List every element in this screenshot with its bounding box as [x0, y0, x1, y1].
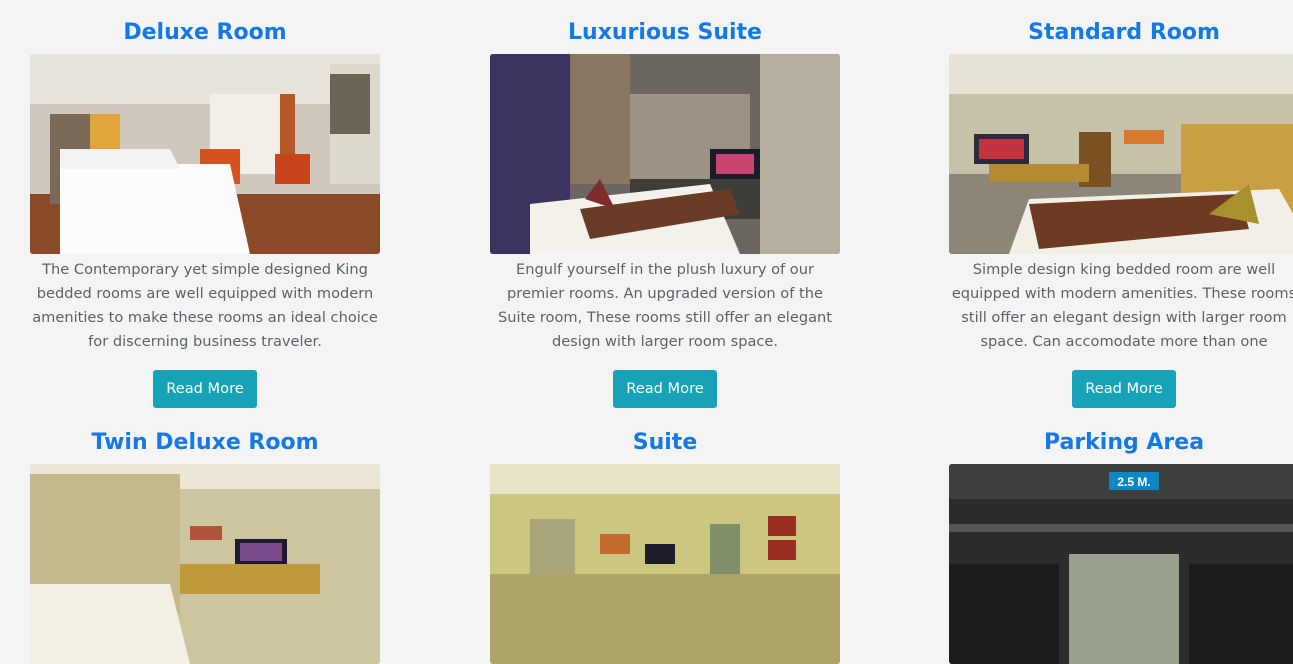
room-photo[interactable] [30, 464, 380, 664]
room-description: Engulf yourself in the plush luxury of o… [497, 261, 833, 350]
room-title[interactable]: Suite [490, 430, 840, 456]
read-more-button[interactable]: Read More [1072, 370, 1176, 408]
room-photo[interactable] [490, 54, 840, 254]
room-card-deluxe: Deluxe Room The Contemporary yet simple … [30, 20, 380, 408]
parking-sign-text: 2.5 M. [1117, 475, 1150, 489]
room-photo[interactable] [30, 54, 380, 254]
room-title[interactable]: Standard Room [949, 20, 1293, 46]
room-description: The Contemporary yet simple designed Kin… [32, 261, 378, 350]
room-title[interactable]: Parking Area [949, 430, 1293, 456]
room-title[interactable]: Luxurious Suite [490, 20, 840, 46]
room-card-luxurious-suite: Luxurious Suite Engulf yourself in the p… [490, 20, 840, 408]
read-more-button[interactable]: Read More [153, 370, 257, 408]
read-more-button[interactable]: Read More [613, 370, 717, 408]
room-photo[interactable] [490, 464, 840, 664]
room-card-twin-deluxe: Twin Deluxe Room [30, 430, 380, 664]
parking-photo[interactable]: 2.5 M. [949, 464, 1293, 664]
room-title[interactable]: Twin Deluxe Room [30, 430, 380, 456]
room-card-suite: Suite [490, 430, 840, 664]
room-description: Simple design king bedded room are well … [951, 261, 1293, 350]
card-parking-area: Parking Area 2.5 M. [949, 430, 1293, 664]
room-title[interactable]: Deluxe Room [30, 20, 380, 46]
room-photo[interactable] [949, 54, 1293, 254]
room-card-standard: Standard Room Simple design king bedded … [949, 20, 1293, 408]
